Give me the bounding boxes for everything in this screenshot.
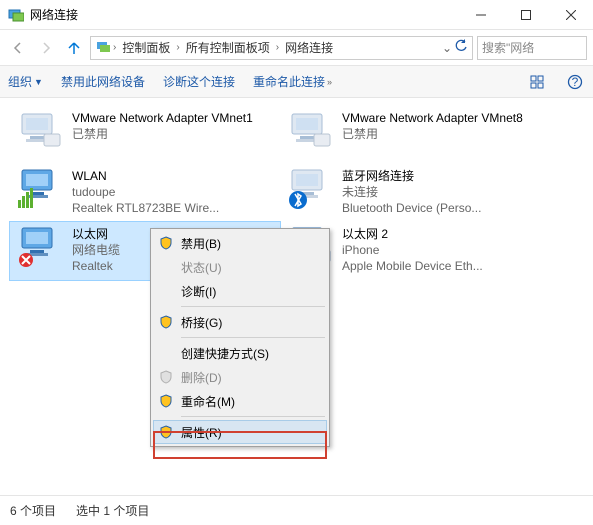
menu-delete: 删除(D) [153, 365, 327, 389]
svg-text:?: ? [572, 75, 579, 89]
dropdown-icon[interactable]: ⌄ [442, 41, 452, 55]
menu-bridge[interactable]: 桥接(G) [153, 310, 327, 334]
connection-status: 未连接 [342, 184, 481, 200]
content-area: VMware Network Adapter VMnet1 已禁用 VMware… [0, 98, 593, 495]
close-button[interactable] [548, 0, 593, 29]
shield-icon [159, 236, 173, 250]
context-menu: 禁用(B) 状态(U) 诊断(I) 桥接(G) 创建快捷方式(S) 删除(D) … [150, 228, 330, 447]
refresh-icon[interactable] [454, 39, 468, 56]
menu-separator [181, 337, 325, 338]
up-button[interactable] [62, 36, 86, 60]
forward-button[interactable] [34, 36, 58, 60]
menu-properties[interactable]: 属性(R) [153, 420, 327, 444]
adapter-disabled-icon [286, 110, 334, 152]
connection-item[interactable]: VMware Network Adapter VMnet8 已禁用 [280, 106, 550, 164]
connection-name: 以太网 2 [342, 226, 483, 242]
shield-icon [159, 425, 173, 439]
organize-menu[interactable]: 组织 ▼ [8, 73, 43, 90]
back-button[interactable] [6, 36, 30, 60]
item-count: 6 个项目 [10, 502, 56, 519]
connection-name: VMware Network Adapter VMnet1 [72, 110, 253, 126]
connection-name: 以太网 [72, 226, 120, 242]
statusbar: 6 个项目 选中 1 个项目 [0, 495, 593, 525]
bluetooth-icon [286, 168, 334, 210]
connection-status: 已禁用 [72, 126, 253, 142]
connection-device: Realtek RTL8723BE Wire... [72, 200, 219, 216]
rename-button[interactable]: 重命名此连接 » [253, 73, 332, 90]
connection-item[interactable]: 蓝牙网络连接 未连接 Bluetooth Device (Perso... [280, 164, 550, 222]
selection-count: 选中 1 个项目 [76, 502, 149, 519]
chevron-right-icon: › [113, 42, 116, 53]
connection-status: 已禁用 [342, 126, 523, 142]
location-icon [95, 38, 111, 57]
connection-device: Realtek [72, 258, 120, 274]
ethernet-unplugged-icon [16, 226, 64, 268]
help-icon[interactable]: ? [565, 72, 585, 92]
connection-device: Bluetooth Device (Perso... [342, 200, 481, 216]
connection-status: tudoupe [72, 184, 219, 200]
menu-shortcut[interactable]: 创建快捷方式(S) [153, 341, 327, 365]
shield-icon [159, 315, 173, 329]
app-icon [8, 7, 24, 23]
chevron-right-icon: › [176, 42, 179, 53]
toolbar: 组织 ▼ 禁用此网络设备 诊断这个连接 重命名此连接 » ? [0, 66, 593, 98]
menu-rename[interactable]: 重命名(M) [153, 389, 327, 413]
disable-device-button[interactable]: 禁用此网络设备 [61, 73, 145, 90]
connection-name: WLAN [72, 168, 219, 184]
menu-separator [181, 306, 325, 307]
chevron-right-icon: › [276, 42, 279, 53]
wlan-icon [16, 168, 64, 210]
connection-name: 蓝牙网络连接 [342, 168, 481, 184]
window-title: 网络连接 [30, 6, 458, 23]
menu-disable[interactable]: 禁用(B) [153, 231, 327, 255]
shield-icon [159, 370, 173, 384]
connection-status: iPhone [342, 242, 483, 258]
menu-status: 状态(U) [153, 255, 327, 279]
crumb-network[interactable]: 网络连接 [281, 37, 337, 58]
address-bar[interactable]: › 控制面板 › 所有控制面板项 › 网络连接 ⌄ [90, 36, 473, 60]
maximize-button[interactable] [503, 0, 548, 29]
diagnose-button[interactable]: 诊断这个连接 [163, 73, 235, 90]
titlebar: 网络连接 [0, 0, 593, 30]
adapter-disabled-icon [16, 110, 64, 152]
view-options-icon[interactable] [527, 72, 547, 92]
connection-device: Apple Mobile Device Eth... [342, 258, 483, 274]
search-input[interactable]: 搜索"网络 [477, 36, 587, 60]
search-placeholder: 搜索"网络 [482, 39, 534, 56]
menu-separator [181, 416, 325, 417]
shield-icon [159, 394, 173, 408]
connection-item[interactable]: WLAN tudoupe Realtek RTL8723BE Wire... [10, 164, 280, 222]
connection-name: VMware Network Adapter VMnet8 [342, 110, 523, 126]
crumb-all-items[interactable]: 所有控制面板项 [182, 37, 274, 58]
connection-item[interactable]: VMware Network Adapter VMnet1 已禁用 [10, 106, 280, 164]
navbar: › 控制面板 › 所有控制面板项 › 网络连接 ⌄ 搜索"网络 [0, 30, 593, 66]
connection-status: 网络电缆 [72, 242, 120, 258]
menu-diagnose[interactable]: 诊断(I) [153, 279, 327, 303]
crumb-control-panel[interactable]: 控制面板 [118, 37, 174, 58]
minimize-button[interactable] [458, 0, 503, 29]
